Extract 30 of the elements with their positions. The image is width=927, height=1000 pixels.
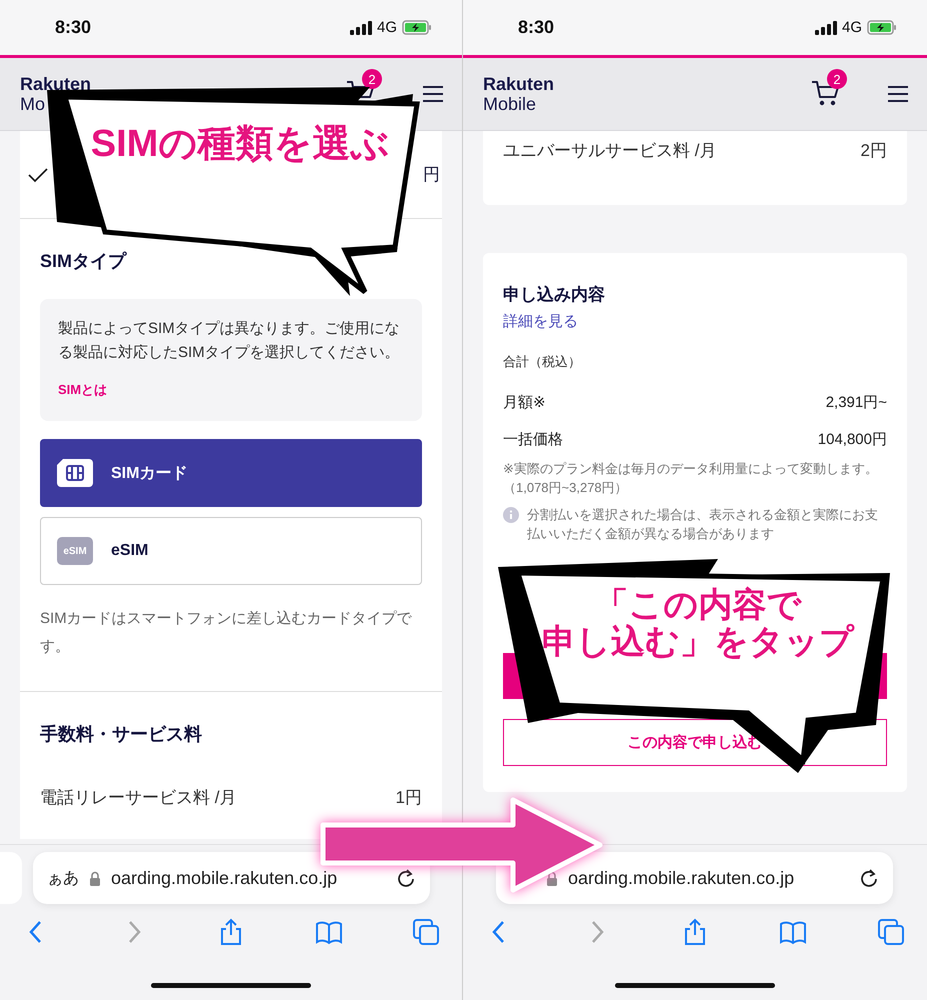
network-label: 4G [842, 19, 862, 36]
section-title: SIMタイプ [40, 250, 128, 273]
status-time: 8:30 [518, 17, 556, 38]
fee-value: 1円 [396, 787, 422, 809]
section-title: 手数料・サービス料 [40, 723, 203, 746]
logo-subtext: Mobile [483, 94, 536, 114]
fee-value: 2円 [860, 140, 887, 162]
installment-note: 分割払いを選択された場合は、表示される金額と実際にお支払いいただく金額が異なる場合があります [527, 506, 879, 543]
summary-title: 申し込み内容 [503, 284, 606, 306]
esim-icon: eSIM [57, 537, 93, 565]
callout-text: SIMの種類を選ぶ [90, 124, 390, 166]
price-label: 月額※ [503, 393, 546, 412]
plan-price: 円 [423, 164, 440, 186]
url-text: oarding.mobile.rakuten.co.jp [568, 868, 796, 888]
url-text: oarding.mobile.rakuten.co.jp [111, 868, 338, 888]
logo-subtext: Mo [20, 94, 46, 114]
network-label: 4G [376, 19, 397, 36]
cart-badge: 2 [827, 69, 847, 89]
fee-label: ユニバーサルサービス料 /月 [503, 140, 716, 162]
price-value: 104,800円 [818, 430, 887, 449]
status-time: 8:30 [55, 17, 92, 38]
price-label: 一括価格 [503, 430, 563, 449]
info-text: 製品によってSIMタイプは異なります。ご使用になる製品に対応したSIMタイプを選択してください。 [58, 319, 401, 363]
callout-text: 「この内容で 申し込む」をタップ [541, 587, 856, 660]
total-label: 合計（税込） [503, 353, 582, 371]
sim-description: SIMカードはスマートフォンに差し込むカードタイプです。 [40, 609, 413, 657]
price-note: ※実際のプラン料金は毎月のデータ利用量によって変動します。（1,078円~3,278円） [503, 460, 879, 497]
fee-label: 電話リレーサービス料 /月 [40, 787, 236, 809]
cart-badge: 2 [362, 69, 382, 89]
price-value: 2,391円~ [826, 393, 887, 412]
